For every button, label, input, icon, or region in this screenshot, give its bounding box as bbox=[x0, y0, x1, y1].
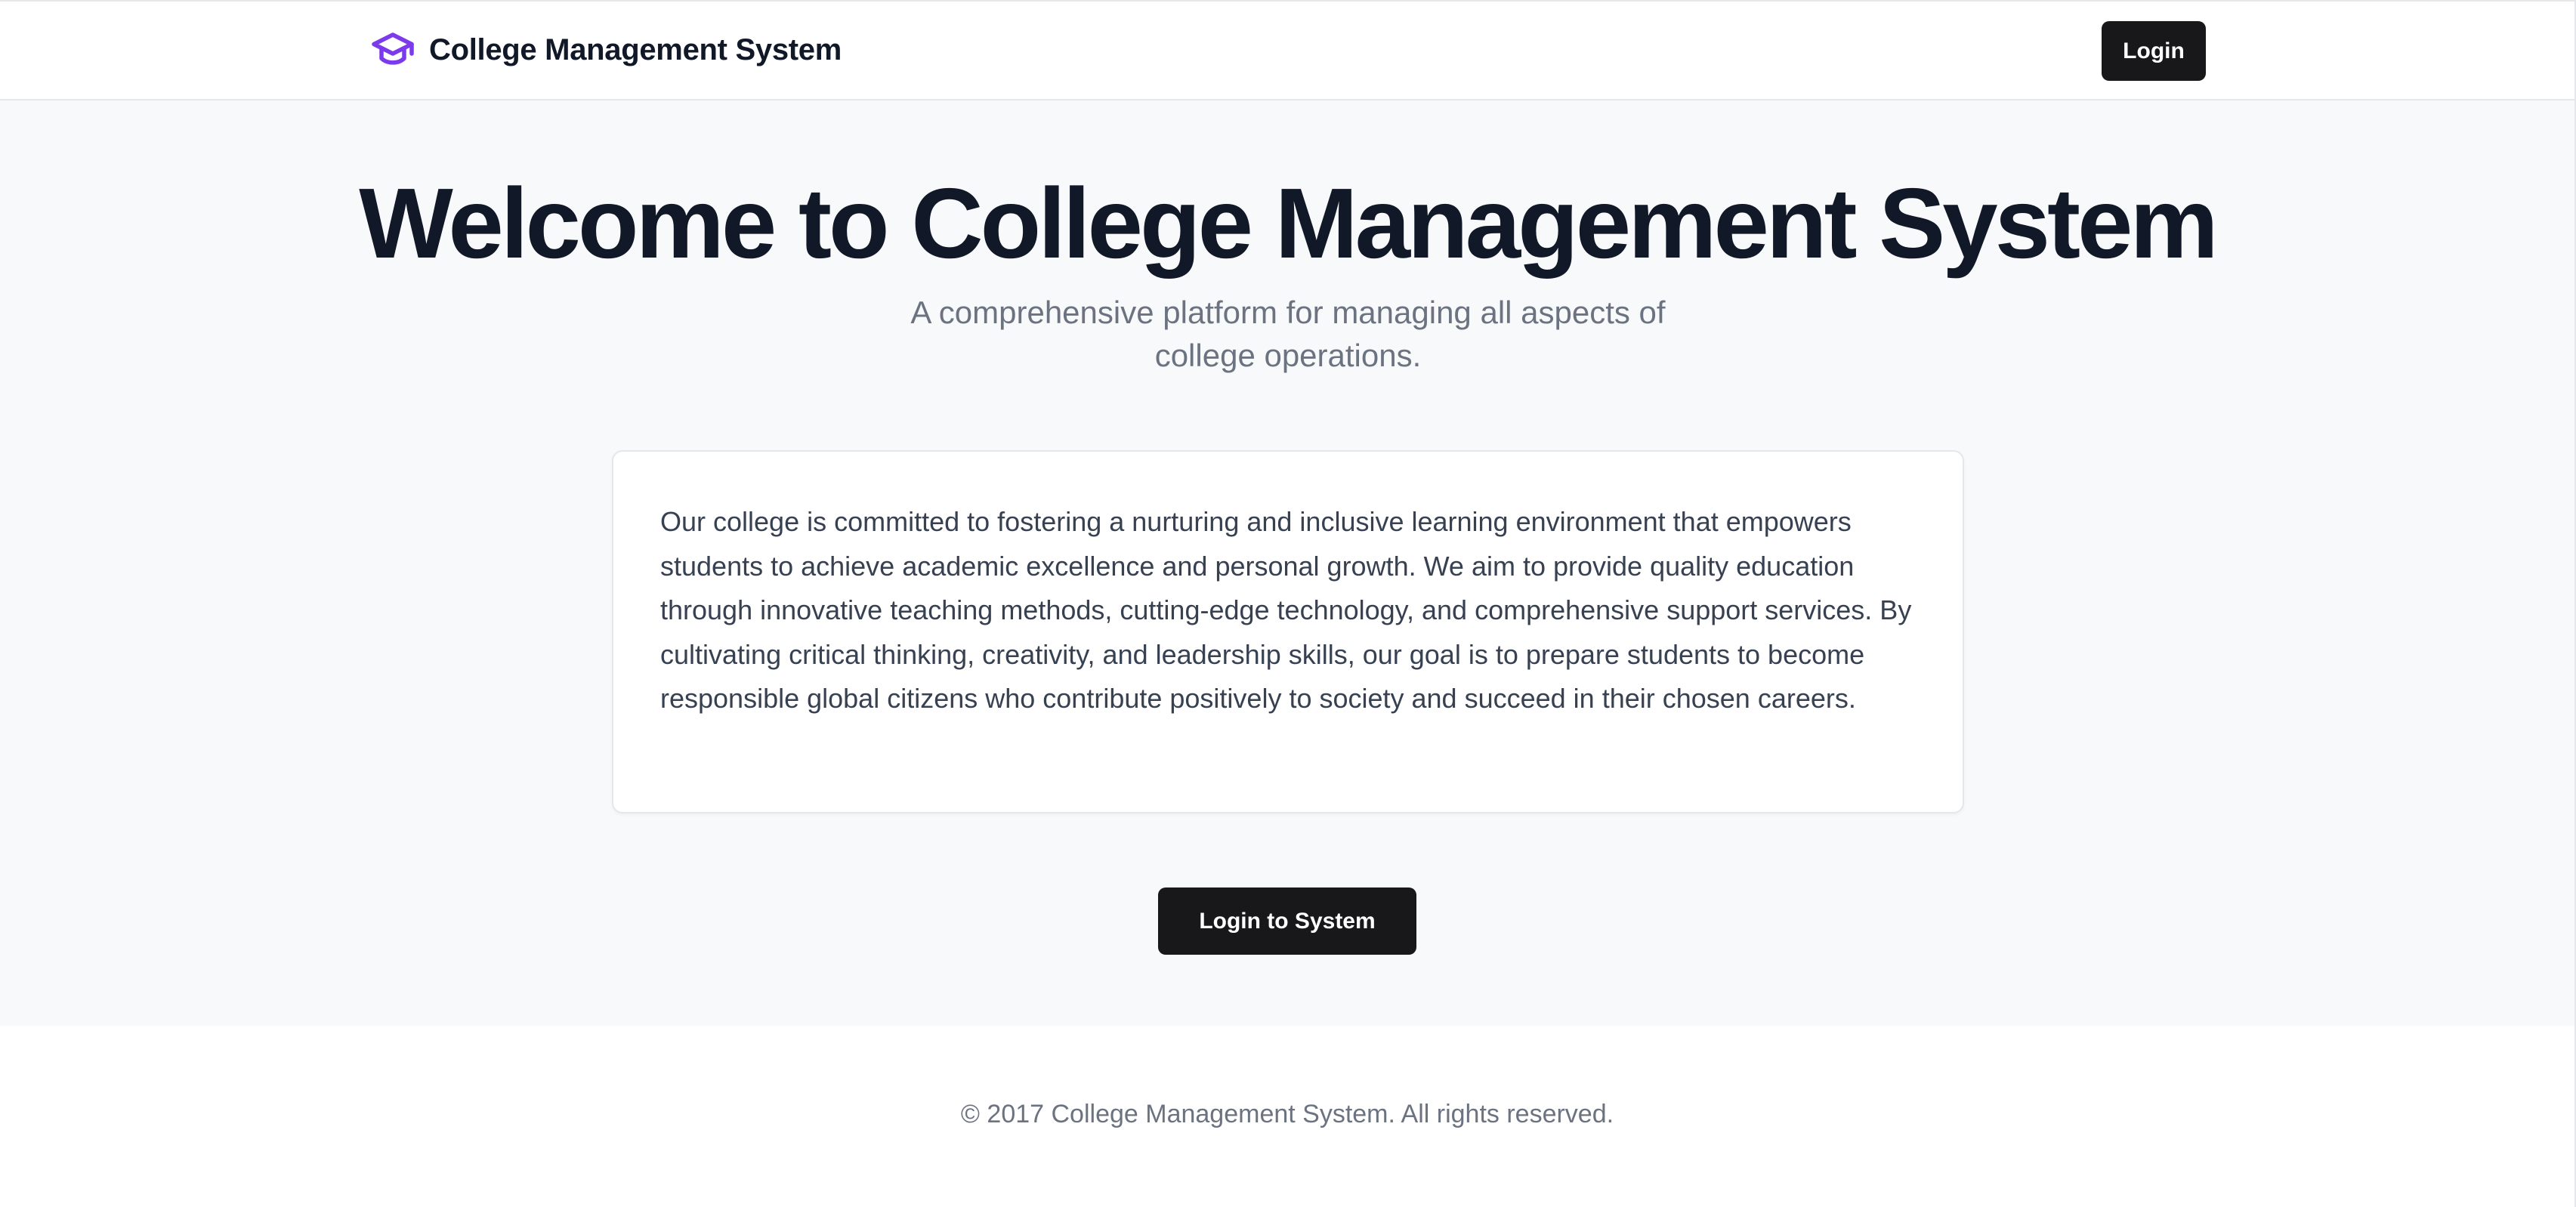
header-login-button[interactable]: Login bbox=[2102, 21, 2206, 81]
graduation-cap-icon bbox=[369, 29, 417, 71]
hero-subtitle: A comprehensive platform for managing al… bbox=[910, 295, 1666, 373]
top-navbar: College Management System Login bbox=[0, 2, 2574, 100]
hero-section: Welcome to College Management System A c… bbox=[0, 100, 2574, 1026]
page: College Management System Login Welcome … bbox=[0, 0, 2576, 1207]
brand-title: College Management System bbox=[429, 32, 842, 66]
brand[interactable]: College Management System bbox=[369, 29, 842, 71]
page-title: Welcome to College Management System bbox=[359, 168, 2219, 279]
footer: © 2017 College Management System. All ri… bbox=[0, 1026, 2574, 1207]
mission-card: Our college is committed to fostering a … bbox=[612, 450, 1964, 813]
login-to-system-button[interactable]: Login to System bbox=[1158, 888, 1416, 955]
mission-text: Our college is committed to fostering a … bbox=[660, 506, 1912, 714]
footer-copyright: © 2017 College Management System. All ri… bbox=[960, 1100, 1614, 1128]
